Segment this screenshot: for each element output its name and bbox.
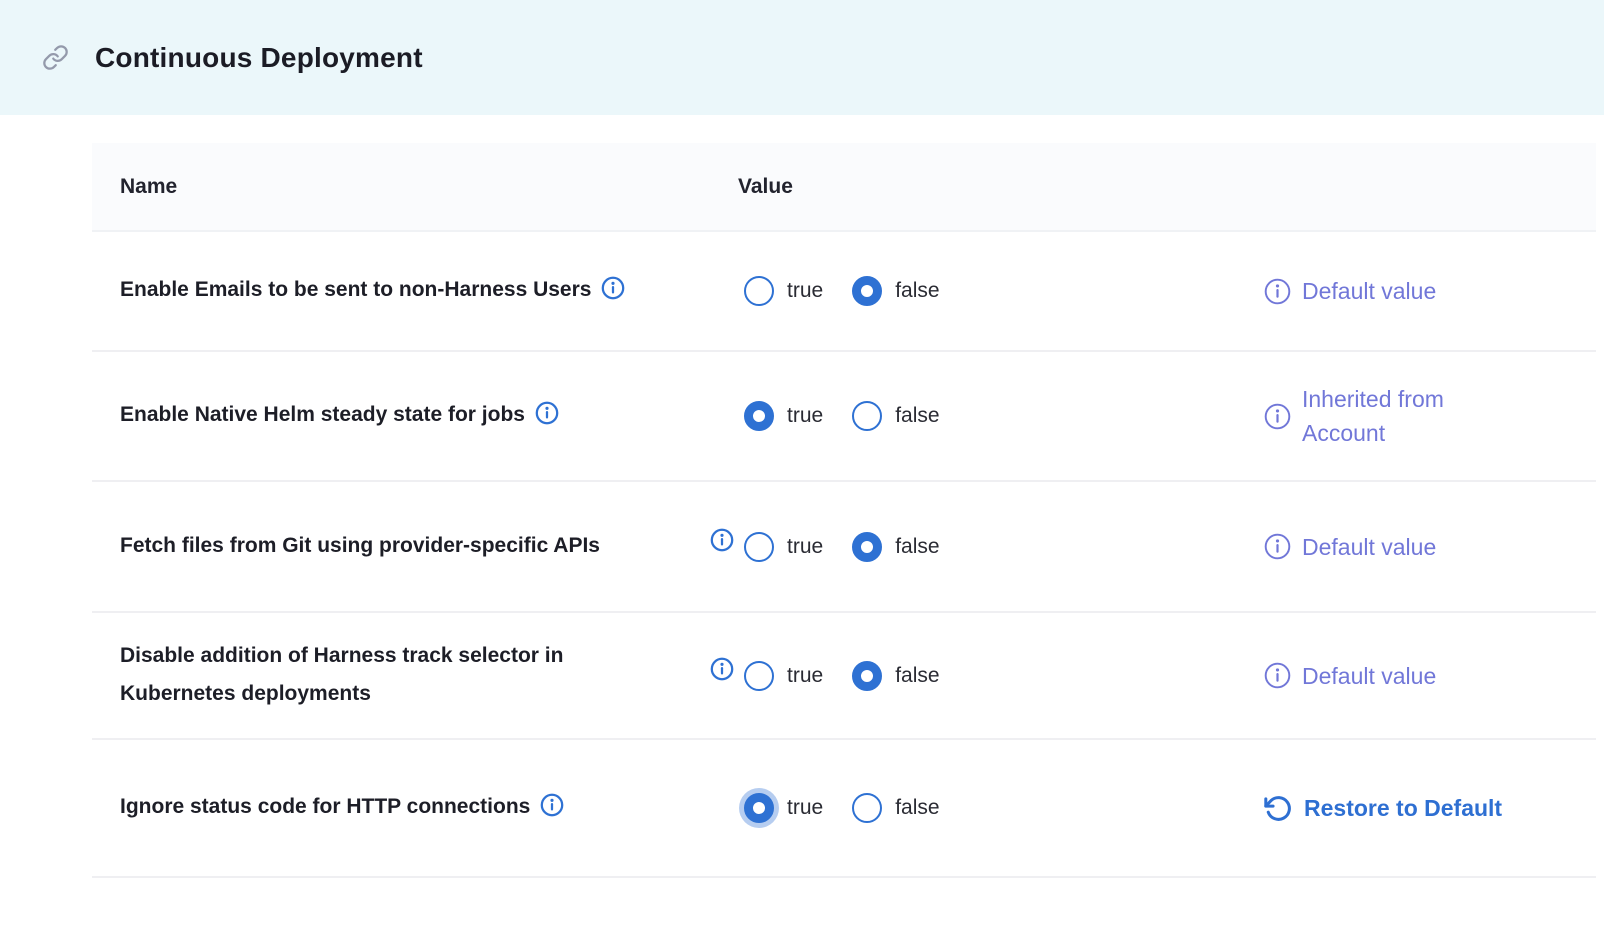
radio-true-label[interactable]: true <box>787 535 823 559</box>
link-icon[interactable] <box>42 44 69 71</box>
setting-value-cell: true false <box>710 532 1250 562</box>
lead-info-slot <box>710 279 744 303</box>
setting-name: Enable Native Helm steady state for jobs <box>120 403 525 426</box>
setting-name-cell: Ignore status code for HTTP connections <box>92 788 710 828</box>
status-label[interactable]: Default value <box>1302 274 1436 308</box>
radio-true[interactable] <box>744 276 774 306</box>
info-icon[interactable] <box>540 793 564 817</box>
setting-name-cell: Enable Emails to be sent to non-Harness … <box>92 271 710 311</box>
status-info-icon[interactable] <box>1264 533 1291 560</box>
setting-name: Enable Emails to be sent to non-Harness … <box>120 278 591 301</box>
info-icon[interactable] <box>535 401 559 425</box>
status-label[interactable]: Inherited from Account <box>1302 382 1507 450</box>
settings-page: Continuous Deployment Name Value Enable … <box>0 0 1604 926</box>
setting-status-cell: Default value <box>1250 274 1596 308</box>
status-info-icon[interactable] <box>1264 403 1291 430</box>
radio-false-label[interactable]: false <box>895 279 939 303</box>
setting-value-cell: true false <box>710 401 1250 431</box>
radio-false-label[interactable]: false <box>895 796 939 820</box>
setting-status-cell: Default value <box>1250 530 1596 564</box>
column-header-name: Name <box>92 175 710 199</box>
settings-row: Fetch files from Git using provider-spec… <box>92 482 1596 613</box>
setting-name-cell: Disable addition of Harness track select… <box>92 637 710 715</box>
settings-row: Disable addition of Harness track select… <box>92 613 1596 740</box>
radio-true-label[interactable]: true <box>787 664 823 688</box>
setting-status-cell: Default value <box>1250 659 1596 693</box>
setting-status-cell: Restore to Default <box>1250 791 1596 825</box>
lead-info-slot <box>710 535 744 559</box>
radio-true[interactable] <box>744 793 774 823</box>
setting-name: Fetch files from Git using provider-spec… <box>120 527 600 565</box>
radio-true[interactable] <box>744 532 774 562</box>
info-icon[interactable] <box>601 276 625 300</box>
setting-value-cell: true false <box>710 276 1250 306</box>
status-info-icon[interactable] <box>1264 278 1291 305</box>
lead-info-slot <box>710 404 744 428</box>
radio-false-label[interactable]: false <box>895 535 939 559</box>
radio-false[interactable] <box>852 276 882 306</box>
status-label[interactable]: Default value <box>1302 530 1436 564</box>
radio-false[interactable] <box>852 793 882 823</box>
radio-true-label[interactable]: true <box>787 796 823 820</box>
status-label[interactable]: Restore to Default <box>1304 791 1502 825</box>
status-info-icon[interactable] <box>1264 662 1291 689</box>
radio-false[interactable] <box>852 661 882 691</box>
status-label[interactable]: Default value <box>1302 659 1436 693</box>
radio-false[interactable] <box>852 401 882 431</box>
radio-true[interactable] <box>744 401 774 431</box>
settings-table: Name Value Enable Emails to be sent to n… <box>92 143 1596 878</box>
settings-row: Ignore status code for HTTP connections <box>92 740 1596 878</box>
radio-true[interactable] <box>744 661 774 691</box>
info-icon[interactable] <box>710 528 734 552</box>
column-header-value: Value <box>710 175 1250 199</box>
setting-name: Ignore status code for HTTP connections <box>120 795 530 818</box>
settings-row: Enable Native Helm steady state for jobs <box>92 352 1596 482</box>
radio-false[interactable] <box>852 532 882 562</box>
setting-name: Disable addition of Harness track select… <box>120 637 665 713</box>
radio-true-label[interactable]: true <box>787 404 823 428</box>
setting-value-cell: true false <box>710 793 1250 823</box>
table-header-row: Name Value <box>92 143 1596 232</box>
setting-name-cell: Enable Native Helm steady state for jobs <box>92 396 710 436</box>
setting-status-cell: Inherited from Account <box>1250 382 1596 450</box>
lead-info-slot <box>710 664 744 688</box>
radio-false-label[interactable]: false <box>895 664 939 688</box>
setting-value-cell: true false <box>710 661 1250 691</box>
lead-info-slot <box>710 796 744 820</box>
table-body: Enable Emails to be sent to non-Harness … <box>92 232 1596 878</box>
radio-false-label[interactable]: false <box>895 404 939 428</box>
settings-row: Enable Emails to be sent to non-Harness … <box>92 232 1596 352</box>
section-title: Continuous Deployment <box>95 42 423 74</box>
section-header: Continuous Deployment <box>0 0 1604 115</box>
info-icon[interactable] <box>710 657 734 681</box>
radio-true-label[interactable]: true <box>787 279 823 303</box>
restore-icon[interactable] <box>1264 794 1293 823</box>
setting-name-cell: Fetch files from Git using provider-spec… <box>92 527 710 567</box>
